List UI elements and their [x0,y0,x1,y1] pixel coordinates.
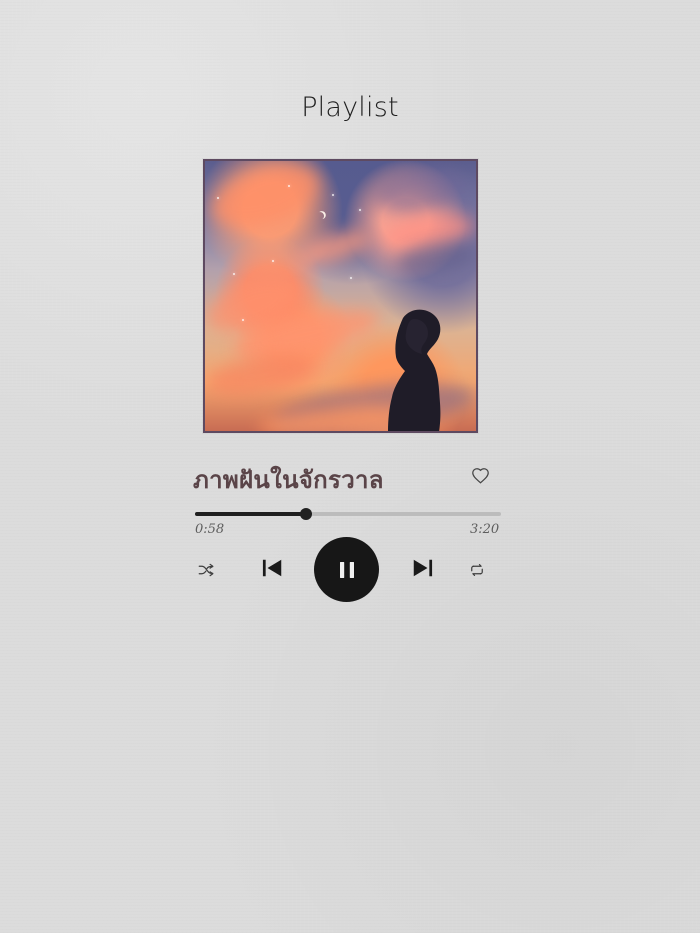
skip-previous-icon [262,559,282,577]
total-time: 3:20 [470,522,500,537]
skip-next-icon [413,559,433,577]
repeat-icon [471,564,483,576]
current-time: 0:58 [195,522,225,537]
page-title: Playlist [301,92,399,123]
star-icon [217,197,219,199]
previous-button[interactable] [260,556,286,580]
star-icon [272,260,274,262]
person-silhouette [388,309,441,431]
star-icon [332,194,334,196]
shuffle-button[interactable] [196,561,216,579]
album-cover [203,159,478,433]
album-artwork [205,161,476,431]
progress-bar[interactable] [195,508,501,520]
play-pause-button[interactable] [314,537,379,602]
star-icon [233,273,235,275]
star-icon [242,319,244,321]
shuffle-icon [198,563,214,577]
cloud-shape [372,162,468,220]
next-button[interactable] [409,556,435,580]
star-icon [288,185,290,187]
cloud-shape [205,161,327,239]
cloud-shape [292,223,374,273]
progress-handle[interactable] [299,508,312,520]
star-icon [359,209,361,211]
song-title: ภาพฝันในจักรวาล [193,466,384,494]
star-icon [350,277,352,279]
progress-fill [195,512,306,516]
moon-icon [315,211,326,222]
repeat-button[interactable] [467,561,487,579]
heart-icon[interactable] [471,467,490,484]
cloud-shape [205,347,318,403]
pause-icon [339,561,354,578]
